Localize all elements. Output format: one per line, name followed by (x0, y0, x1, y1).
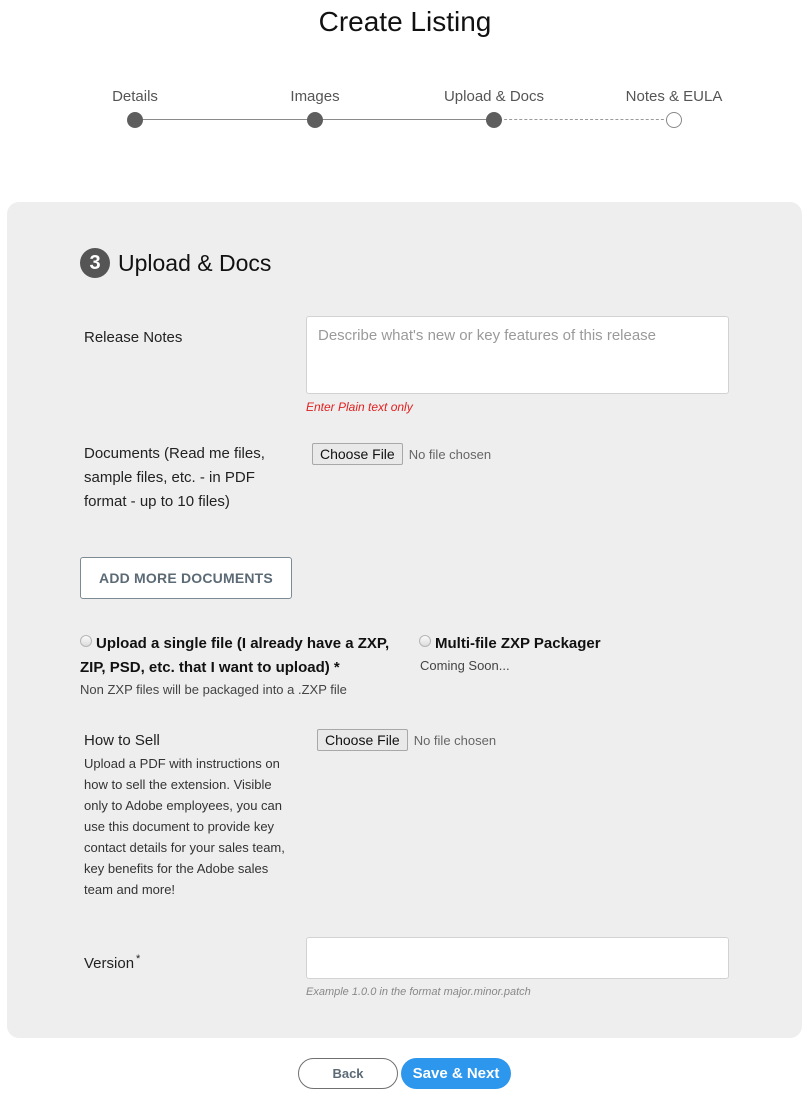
how-to-sell-file-input[interactable]: Choose File No file chosen (317, 729, 496, 751)
form-panel: 3 Upload & Docs Release Notes Enter Plai… (7, 202, 802, 1038)
documents-choose-file-button[interactable]: Choose File (312, 443, 403, 465)
how-to-sell-description: Upload a PDF with instructions on how to… (84, 756, 285, 897)
upload-single-file-sub: Non ZXP files will be packaged into a .Z… (80, 682, 347, 697)
documents-file-status: No file chosen (408, 446, 492, 462)
multi-file-packager-sub: Coming Soon... (420, 658, 510, 673)
step-connector-pending (494, 119, 674, 120)
version-input[interactable] (306, 937, 729, 979)
step-label-notes-eula: Notes & EULA (625, 88, 723, 105)
version-label: Version * (84, 947, 140, 976)
step-dot-images[interactable] (307, 112, 323, 128)
version-hint: Example 1.0.0 in the format major.minor.… (306, 986, 531, 998)
page-title: Create Listing (318, 6, 492, 37)
how-to-sell-label: How to Sell (84, 732, 160, 749)
step-label-details: Details (112, 88, 158, 105)
add-more-documents-button[interactable]: ADD MORE DOCUMENTS (80, 557, 292, 599)
step-label-upload-docs: Upload & Docs (443, 88, 545, 105)
back-button[interactable]: Back (298, 1058, 398, 1089)
save-next-button[interactable]: Save & Next (401, 1058, 511, 1089)
step-label-images: Images (290, 88, 340, 105)
step-dot-notes-eula (666, 112, 682, 128)
section-header: 3 Upload & Docs (80, 248, 271, 278)
documents-file-input[interactable]: Choose File No file chosen (312, 443, 491, 465)
release-notes-textarea[interactable] (306, 316, 729, 394)
documents-label: Documents (Read me files, sample files, … (84, 445, 265, 510)
version-label-text: Version (84, 955, 135, 972)
step-connector (135, 119, 315, 120)
required-mark: * (136, 953, 141, 965)
how-to-sell-choose-file-button[interactable]: Choose File (317, 729, 408, 751)
multi-file-packager-option[interactable]: Multi-file ZXP Packager Coming Soon... (419, 632, 679, 676)
step-connector (315, 119, 494, 120)
radio-icon[interactable] (419, 635, 431, 647)
step-dot-upload-docs[interactable] (486, 112, 502, 128)
upload-single-file-label: Upload a single file (I already have a Z… (80, 635, 390, 676)
radio-icon[interactable] (80, 635, 92, 647)
progress-stepper: Details Images Upload & Docs Notes & EUL… (0, 86, 810, 136)
multi-file-packager-label: Multi-file ZXP Packager (435, 635, 601, 652)
section-title: Upload & Docs (118, 249, 272, 276)
release-notes-label: Release Notes (84, 329, 183, 346)
release-notes-hint: Enter Plain text only (306, 400, 413, 414)
step-dot-details[interactable] (127, 112, 143, 128)
section-number-badge: 3 (80, 248, 110, 278)
how-to-sell-file-status: No file chosen (413, 732, 497, 748)
upload-single-file-option[interactable]: Upload a single file (I already have a Z… (80, 632, 390, 700)
